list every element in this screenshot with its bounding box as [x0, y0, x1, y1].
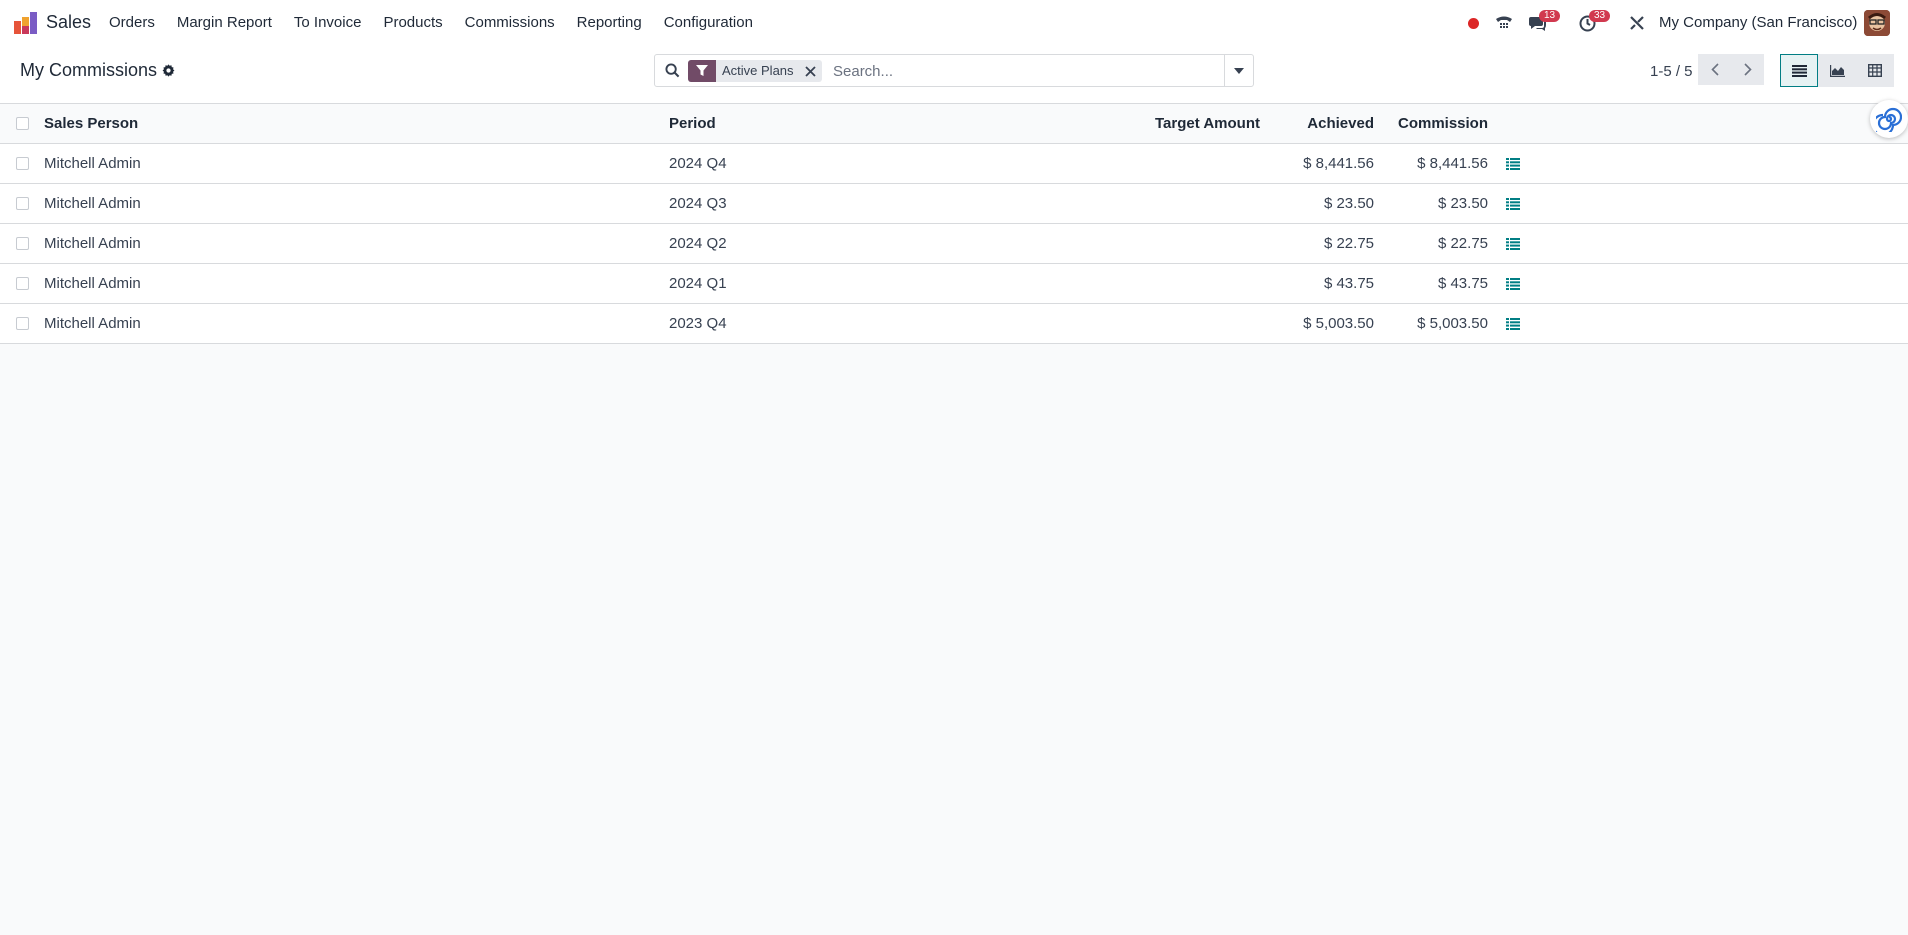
- app-name[interactable]: Sales: [46, 12, 91, 33]
- cell-target-amount: [1100, 144, 1260, 184]
- menu-products[interactable]: Products: [372, 0, 453, 46]
- page-title: My Commissions: [20, 60, 158, 80]
- chevron-right-icon: [1743, 63, 1752, 76]
- menu-reporting[interactable]: Reporting: [566, 0, 653, 46]
- row-checkbox[interactable]: [16, 197, 29, 210]
- column-header-commission[interactable]: Commission: [1374, 104, 1488, 144]
- company-switcher[interactable]: My Company (San Francisco): [1659, 14, 1857, 31]
- assistant-launcher-button[interactable]: [1870, 100, 1908, 138]
- user-avatar[interactable]: [1864, 10, 1890, 36]
- search-icon[interactable]: [665, 63, 680, 78]
- facet-label: Active Plans: [722, 63, 794, 78]
- menu-configuration[interactable]: Configuration: [653, 0, 764, 46]
- search-options-toggle[interactable]: [1224, 55, 1253, 86]
- control-panel: My Commissions Active Plans 1-5 / 5: [0, 46, 1908, 104]
- top-navbar: Sales Orders Margin Report To Invoice Pr…: [0, 0, 1908, 46]
- table-header: Sales Person Period Target Amount Achiev…: [0, 104, 1908, 144]
- column-header-achieved[interactable]: Achieved: [1260, 104, 1374, 144]
- row-checkbox[interactable]: [16, 237, 29, 250]
- cell-target-amount: [1100, 184, 1260, 224]
- cell-target-amount: [1100, 304, 1260, 344]
- pivot-view-button[interactable]: [1856, 54, 1894, 87]
- chevron-left-icon: [1710, 63, 1719, 76]
- phone-icon[interactable]: [1494, 13, 1514, 33]
- menu-to-invoice[interactable]: To Invoice: [283, 0, 373, 46]
- recording-indicator-icon[interactable]: [1463, 13, 1483, 33]
- cell-target-amount: [1100, 224, 1260, 264]
- sales-app-icon[interactable]: [14, 12, 38, 34]
- debug-tools-icon[interactable]: [1627, 13, 1647, 33]
- details-list-icon[interactable]: [1506, 198, 1520, 210]
- cell-period: 2024 Q2: [669, 235, 727, 252]
- messages-badge: 13: [1539, 10, 1561, 22]
- cell-commission: $ 23.50: [1437, 195, 1488, 212]
- list-view-button[interactable]: [1780, 54, 1818, 87]
- cell-period: 2024 Q4: [669, 155, 727, 172]
- cell-achieved: $ 43.75: [1323, 275, 1374, 292]
- select-all-checkbox[interactable]: [16, 117, 29, 130]
- pager-value[interactable]: 1-5 / 5: [1650, 63, 1693, 80]
- search-input[interactable]: [833, 61, 1223, 81]
- cell-period: 2023 Q4: [669, 315, 727, 332]
- graph-view-button[interactable]: [1818, 54, 1856, 87]
- search-bar: Active Plans: [654, 54, 1254, 87]
- details-list-icon[interactable]: [1506, 158, 1520, 170]
- area-chart-icon: [1829, 64, 1845, 77]
- details-list-icon[interactable]: [1506, 318, 1520, 330]
- cell-commission: $ 5,003.50: [1417, 315, 1488, 332]
- pager-next-button[interactable]: [1731, 54, 1764, 85]
- details-list-icon[interactable]: [1506, 238, 1520, 250]
- table-row[interactable]: Mitchell Admin 2024 Q2 $ 22.75 $ 22.75: [0, 224, 1908, 264]
- cell-target-amount: [1100, 264, 1260, 304]
- activities-badge: 33: [1589, 10, 1611, 22]
- menu-orders[interactable]: Orders: [98, 0, 166, 46]
- cell-commission: $ 43.75: [1437, 275, 1488, 292]
- table-row[interactable]: Mitchell Admin 2024 Q4 $ 8,441.56 $ 8,44…: [0, 144, 1908, 184]
- gear-icon[interactable]: [162, 64, 175, 77]
- cell-achieved: $ 5,003.50: [1303, 315, 1374, 332]
- row-checkbox[interactable]: [16, 277, 29, 290]
- column-header-target-amount[interactable]: Target Amount: [1100, 104, 1260, 144]
- pager-previous-button[interactable]: [1698, 54, 1731, 85]
- table-row[interactable]: Mitchell Admin 2024 Q1 $ 43.75 $ 43.75: [0, 264, 1908, 304]
- cell-sales-person: Mitchell Admin: [44, 155, 141, 172]
- cell-sales-person: Mitchell Admin: [44, 235, 141, 252]
- cell-sales-person: Mitchell Admin: [44, 315, 141, 332]
- row-checkbox[interactable]: [16, 157, 29, 170]
- remove-facet-close-icon[interactable]: [800, 60, 822, 82]
- cell-achieved: $ 22.75: [1323, 235, 1374, 252]
- table-row[interactable]: Mitchell Admin 2024 Q3 $ 23.50 $ 23.50: [0, 184, 1908, 224]
- cell-period: 2024 Q1: [669, 275, 727, 292]
- messages-icon[interactable]: 13: [1527, 10, 1561, 33]
- activities-clock-icon[interactable]: 33: [1577, 10, 1611, 33]
- menu-commissions[interactable]: Commissions: [454, 0, 566, 46]
- table-row[interactable]: Mitchell Admin 2023 Q4 $ 5,003.50 $ 5,00…: [0, 304, 1908, 344]
- cell-commission: $ 22.75: [1437, 235, 1488, 252]
- details-list-icon[interactable]: [1506, 278, 1520, 290]
- cell-sales-person: Mitchell Admin: [44, 275, 141, 292]
- filter-facet: Active Plans: [688, 60, 822, 82]
- list-icon: [1791, 64, 1807, 77]
- column-header-sales-person[interactable]: Sales Person: [44, 104, 138, 144]
- filter-icon: [688, 60, 716, 82]
- main-menu: Orders Margin Report To Invoice Products…: [98, 0, 764, 46]
- table-icon: [1868, 64, 1882, 77]
- cell-period: 2024 Q3: [669, 195, 727, 212]
- cell-sales-person: Mitchell Admin: [44, 195, 141, 212]
- caret-down-icon: [1234, 67, 1244, 74]
- spiral-icon: [1876, 107, 1902, 132]
- breadcrumb: My Commissions: [20, 60, 175, 81]
- commissions-list: Sales Person Period Target Amount Achiev…: [0, 104, 1908, 344]
- menu-margin-report[interactable]: Margin Report: [166, 0, 283, 46]
- cell-achieved: $ 8,441.56: [1303, 155, 1374, 172]
- row-checkbox[interactable]: [16, 317, 29, 330]
- column-header-period[interactable]: Period: [669, 104, 716, 144]
- cell-commission: $ 8,441.56: [1417, 155, 1488, 172]
- cell-achieved: $ 23.50: [1323, 195, 1374, 212]
